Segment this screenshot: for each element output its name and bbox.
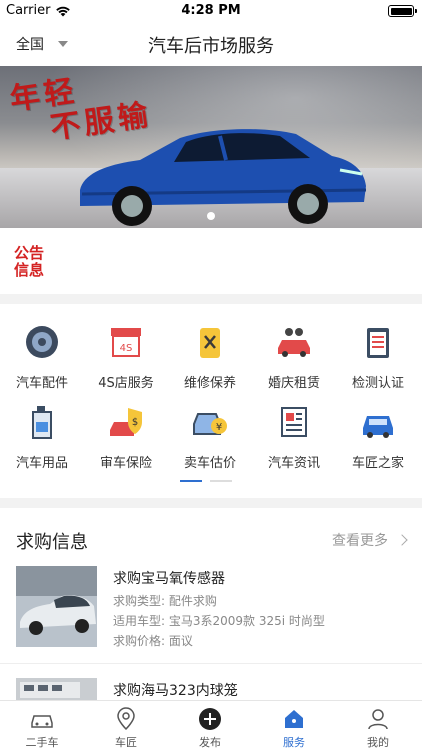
tab-service[interactable]: 服务: [252, 701, 336, 750]
service-item-supplies[interactable]: 汽车用品: [0, 388, 84, 471]
notice-badge-line1: 公告: [14, 244, 45, 262]
service-item-4s[interactable]: 4S 4S店服务: [84, 308, 168, 391]
item-price: 求购价格: 面议: [113, 634, 193, 648]
item-type: 求购类型: 配件求购: [113, 594, 217, 608]
battery-icon: [388, 5, 417, 17]
service-label: 审车保险: [99, 456, 152, 471]
used-car-icon: [31, 715, 53, 728]
car-image: [80, 129, 367, 226]
location-pin-icon: [117, 707, 135, 731]
service-item-valuation[interactable]: ¥ 卖车估价: [168, 388, 252, 471]
news-icon: [281, 407, 307, 437]
view-more-link[interactable]: 查看更多: [332, 530, 408, 550]
service-item-parts[interactable]: 汽车配件: [0, 308, 84, 391]
purchase-item[interactable]: 求购宝马氧传感器 求购类型: 配件求购 适用车型: 宝马3系2009款 325i…: [0, 566, 422, 664]
chevron-right-icon: [396, 534, 408, 546]
tab-bar: 二手车 车匠 发布 服务 我的: [0, 700, 422, 750]
service-item-wedding[interactable]: 婚庆租赁: [252, 308, 336, 391]
section-divider: [0, 294, 422, 304]
store-4s-icon: 4S: [111, 328, 141, 357]
tab-craftsman[interactable]: 车匠: [84, 701, 168, 750]
service-item-news[interactable]: 汽车资讯: [252, 388, 336, 471]
carousel-indicator: [207, 212, 215, 220]
service-label: 卖车估价: [183, 456, 236, 471]
tab-label: 车匠: [115, 736, 137, 749]
checklist-icon: [367, 328, 389, 358]
view-more-label: 查看更多: [332, 533, 388, 549]
pager-dot: [210, 480, 232, 482]
tire-icon: [26, 326, 58, 358]
car-price-icon: ¥: [193, 413, 227, 435]
plus-circle-icon: [199, 708, 221, 730]
nav-bar: 全国 汽车后市场服务: [0, 22, 422, 66]
car-icon: [363, 416, 393, 438]
purchase-section-header: 求购信息 查看更多: [0, 508, 422, 568]
section-divider: [0, 498, 422, 508]
services-grid: 汽车配件 4S 4S店服务 维修保养 婚庆租赁 检测认证 汽车用品 $ 审车保险…: [0, 304, 422, 492]
service-item-repair[interactable]: 维修保养: [168, 308, 252, 391]
svg-text:$: $: [132, 417, 138, 428]
promo-banner[interactable]: 年轻 不服输: [0, 66, 422, 228]
home-icon: [285, 710, 303, 728]
notice-badge: 公告 信息: [14, 245, 44, 279]
pager-dot-active: [180, 480, 202, 482]
tab-label: 二手车: [25, 736, 59, 749]
clock: 4:28 PM: [181, 3, 241, 18]
item-title: 求购海马323内球笼: [113, 683, 238, 699]
item-title: 求购宝马氧传感器: [113, 571, 225, 587]
wedding-car-icon: [278, 328, 310, 357]
grid-pager: [180, 480, 232, 482]
person-icon: [368, 709, 388, 730]
notice-bar[interactable]: 公告 信息: [0, 228, 422, 294]
tab-publish[interactable]: 发布: [168, 701, 252, 750]
item-thumbnail: [16, 566, 97, 647]
tab-mine[interactable]: 我的: [336, 701, 420, 750]
service-label: 汽车资讯: [267, 456, 320, 471]
notice-badge-line2: 信息: [14, 261, 45, 279]
status-bar: Carrier 4:28 PM: [0, 0, 422, 22]
service-item-home[interactable]: 车匠之家: [336, 388, 420, 471]
page-title: 汽车后市场服务: [148, 36, 274, 57]
svg-text:4S: 4S: [120, 343, 133, 354]
tab-label: 服务: [283, 736, 305, 749]
tab-used-car[interactable]: 二手车: [0, 701, 84, 750]
oil-bottle-icon: [32, 406, 52, 439]
tab-label: 我的: [367, 736, 389, 749]
service-label: 汽车用品: [15, 456, 68, 471]
item-thumbnail: [16, 678, 97, 700]
section-title: 求购信息: [16, 532, 88, 553]
service-label: 车匠之家: [351, 456, 404, 471]
repair-tools-icon: [200, 328, 220, 358]
item-model: 适用车型: 宝马3系2009款 325i 时尚型: [113, 614, 325, 628]
svg-text:¥: ¥: [216, 422, 222, 433]
insurance-car-icon: $: [110, 408, 142, 436]
service-item-insurance[interactable]: $ 审车保险: [84, 388, 168, 471]
tab-label: 发布: [199, 736, 221, 749]
service-item-inspection[interactable]: 检测认证: [336, 308, 420, 391]
